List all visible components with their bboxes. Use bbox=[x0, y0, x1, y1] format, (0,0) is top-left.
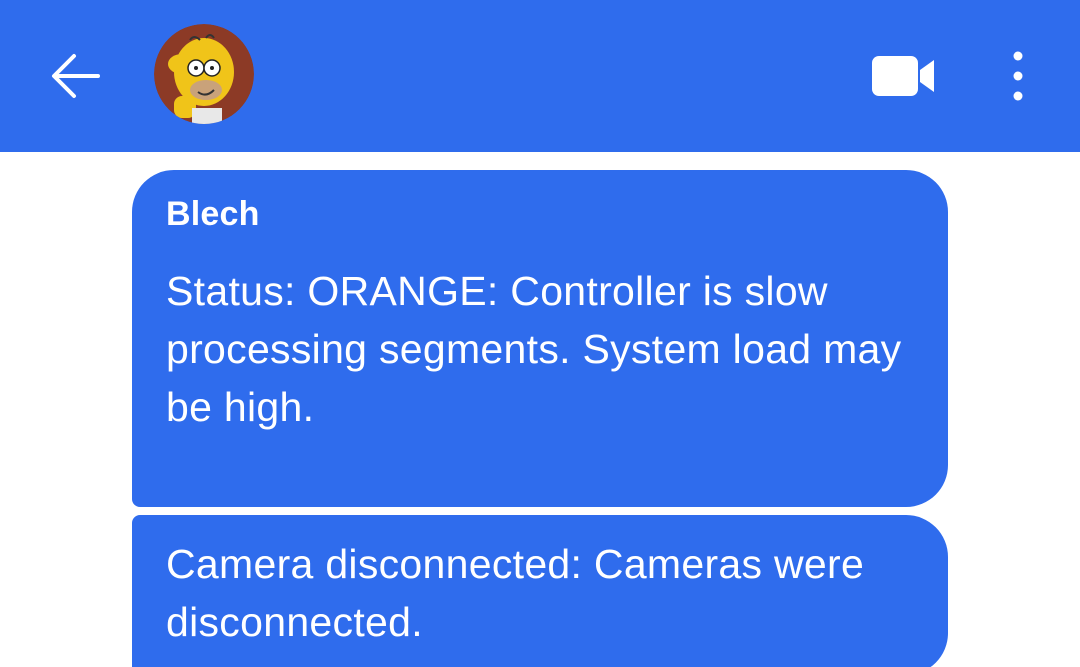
message-text: Status: ORANGE: Controller is slow proce… bbox=[166, 268, 902, 430]
video-call-button[interactable] bbox=[866, 50, 940, 102]
video-camera-icon bbox=[872, 56, 934, 96]
message-text: Camera disconnected: Cameras were discon… bbox=[166, 541, 865, 645]
app-bar bbox=[0, 0, 1080, 152]
more-options-button[interactable] bbox=[998, 44, 1038, 108]
chat-screen: Blech Status: ORANGE: Controller is slow… bbox=[0, 0, 1080, 667]
back-button[interactable] bbox=[44, 46, 108, 106]
sender-name: Blech bbox=[166, 195, 260, 233]
arrow-left-icon bbox=[52, 54, 100, 98]
message-bubble[interactable]: Blech Status: ORANGE: Controller is slow… bbox=[132, 170, 948, 507]
more-vertical-icon bbox=[1013, 51, 1023, 101]
message-bubble[interactable]: Camera disconnected: Cameras were discon… bbox=[132, 515, 948, 667]
avatar-image bbox=[154, 24, 254, 124]
contact-avatar[interactable] bbox=[154, 24, 254, 124]
